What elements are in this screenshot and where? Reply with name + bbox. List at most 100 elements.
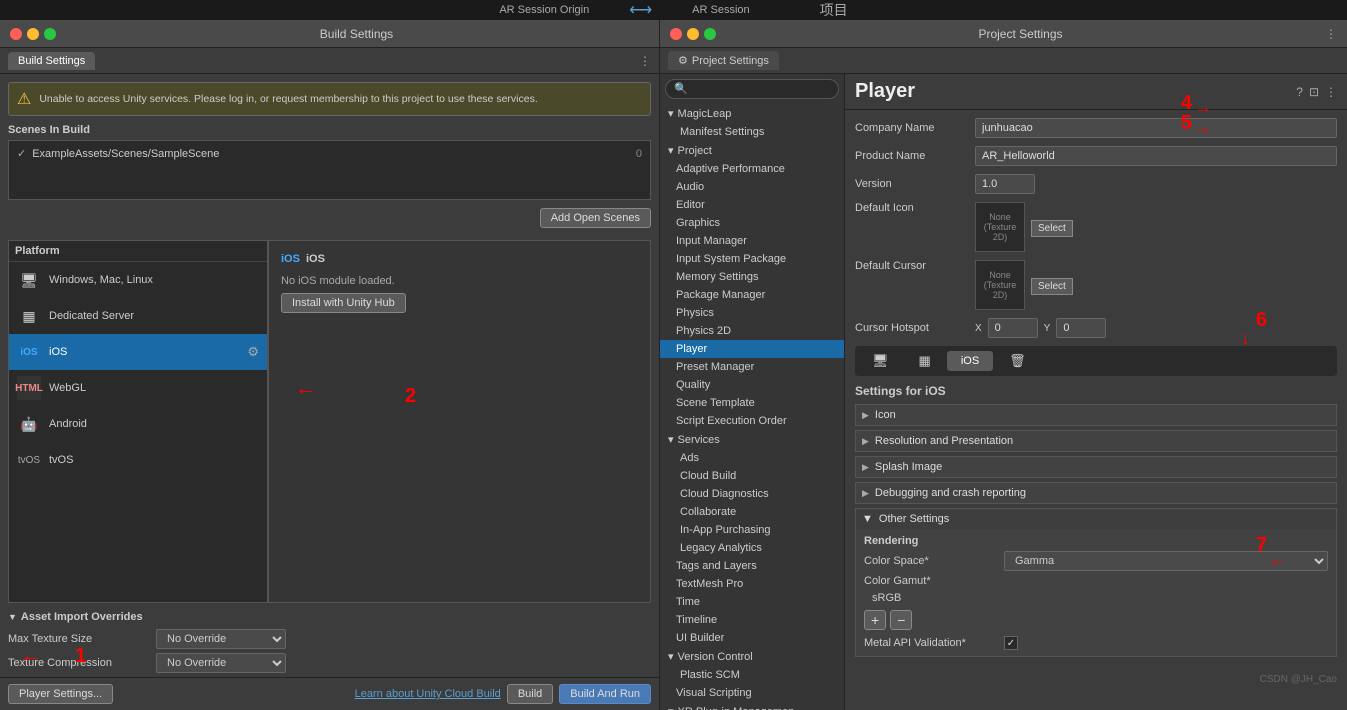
color-space-select[interactable]: Gamma Linear [1004,551,1328,571]
close-button[interactable] [10,28,22,40]
sidebar-item-graphics[interactable]: Graphics [660,214,844,232]
section-debugging-triangle: ▶ [862,488,869,499]
cursor-x-input[interactable] [988,318,1038,338]
build-settings-tab[interactable]: Build Settings [8,52,95,70]
sidebar-item-time[interactable]: Time [660,593,844,611]
help-icon[interactable]: ? [1296,85,1303,99]
tvos-icon: tvOS [17,448,41,472]
other-settings-section: ▼ Other Settings Rendering Color Space* … [855,508,1337,657]
section-splash: ▶ Splash Image [855,456,1337,478]
tab-more-button[interactable]: ⋮ [639,54,651,68]
color-space-label: Color Space* [864,555,1004,567]
company-name-input[interactable] [975,118,1337,138]
server-icon: ▦ [17,304,41,328]
platform-name-server: Dedicated Server [49,310,134,322]
project-maximize-button[interactable] [704,28,716,40]
metal-api-checkbox[interactable]: ✓ [1004,636,1018,650]
platform-tab-delete[interactable]: 🗑 [995,349,1040,373]
build-button[interactable]: Build [507,684,553,704]
default-icon-preview: None(Texture 2D) [975,202,1025,252]
platform-item-dedicated-server[interactable]: ▦ Dedicated Server [9,298,267,334]
cursor-y-input[interactable] [1056,318,1106,338]
project-close-button[interactable] [670,28,682,40]
section-debugging-label: Debugging and crash reporting [875,487,1026,499]
project-settings-title: Project Settings [724,27,1317,41]
platform-tab-server[interactable]: ▦ [905,349,945,373]
sidebar-item-script-execution-order[interactable]: Script Execution Order [660,412,844,430]
sidebar-item-package-manager[interactable]: Package Manager [660,286,844,304]
default-cursor-select-button[interactable]: Select [1031,278,1073,295]
add-gamut-button[interactable]: + [864,610,886,630]
asset-import-section: ▼ Asset Import Overrides Max Texture Siz… [0,611,659,677]
sidebar-item-collaborate[interactable]: Collaborate [660,503,844,521]
sidebar-item-adaptive-performance[interactable]: Adaptive Performance [660,160,844,178]
project-settings-more[interactable]: ⋮ [1325,27,1337,41]
sidebar-item-physics-2d[interactable]: Physics 2D [660,322,844,340]
platform-name-windows: Windows, Mac, Linux [49,274,153,286]
section-debugging-header[interactable]: ▶ Debugging and crash reporting [855,482,1337,504]
triangle-icon: ▼ [8,612,17,622]
platform-tab-ios[interactable]: iOS [947,351,993,371]
sidebar-item-input-system-package[interactable]: Input System Package [660,250,844,268]
platform-item-tvos[interactable]: tvOS tvOS [9,442,267,478]
sidebar-item-cloud-build[interactable]: Cloud Build [660,467,844,485]
search-input[interactable] [665,79,839,99]
maximize-button[interactable] [44,28,56,40]
sidebar-item-quality[interactable]: Quality [660,376,844,394]
section-resolution-header[interactable]: ▶ Resolution and Presentation [855,430,1337,452]
project-minimize-button[interactable] [687,28,699,40]
sidebar-item-preset-manager[interactable]: Preset Manager [660,358,844,376]
metal-api-row: Metal API Validation* ✓ [864,636,1328,650]
remove-gamut-button[interactable]: − [890,610,912,630]
sidebar-item-cloud-diagnostics[interactable]: Cloud Diagnostics [660,485,844,503]
more-icon[interactable]: ⋮ [1325,85,1337,99]
platform-tab-desktop[interactable]: 🖥 [858,349,903,373]
sidebar-item-memory-settings[interactable]: Memory Settings [660,268,844,286]
sidebar-item-in-app-purchasing[interactable]: In-App Purchasing [660,521,844,539]
section-splash-header[interactable]: ▶ Splash Image [855,456,1337,478]
scene-item[interactable]: ✓ ExampleAssets/Scenes/SampleScene 0 [13,145,646,162]
texture-compression-select[interactable]: No Override [156,653,286,673]
ios-gear-icon[interactable]: ⚙ [247,344,259,360]
install-unity-hub-button[interactable]: Install with Unity Hub [281,293,406,313]
max-texture-select[interactable]: No Override [156,629,286,649]
default-icon-select-button[interactable]: Select [1031,220,1073,237]
product-name-input[interactable] [975,146,1337,166]
sidebar-group-magicleap[interactable]: ▾ MagicLeap [660,104,844,123]
sidebar-item-editor[interactable]: Editor [660,196,844,214]
sidebar-item-tags-layers[interactable]: Tags and Layers [660,557,844,575]
sidebar-item-visual-scripting[interactable]: Visual Scripting [660,684,844,702]
platform-item-webgl[interactable]: HTML WebGL [9,370,267,406]
platform-item-ios[interactable]: iOS iOS ⚙ [9,334,267,370]
sidebar-item-textmesh-pro[interactable]: TextMesh Pro [660,575,844,593]
warning-bar: ⚠ Unable to access Unity services. Pleas… [8,82,651,116]
sidebar-item-manifest-settings[interactable]: Manifest Settings [660,123,844,141]
section-icon-header[interactable]: ▶ Icon [855,404,1337,426]
project-settings-tab[interactable]: ⚙ Project Settings [668,51,779,70]
sidebar-item-plastic-scm[interactable]: Plastic SCM [660,666,844,684]
sidebar-item-input-manager[interactable]: Input Manager [660,232,844,250]
minimize-button[interactable] [27,28,39,40]
build-and-run-button[interactable]: Build And Run [559,684,651,704]
version-input[interactable] [975,174,1035,194]
sidebar-group-project[interactable]: ▾ Project [660,141,844,160]
sidebar-item-player[interactable]: Player [660,340,844,358]
add-open-scenes-button[interactable]: Add Open Scenes [540,208,651,228]
sidebar-item-scene-template[interactable]: Scene Template [660,394,844,412]
add-open-scenes-row: Add Open Scenes [0,204,659,232]
platform-item-android[interactable]: 🤖 Android [9,406,267,442]
sidebar-item-legacy-analytics[interactable]: Legacy Analytics [660,539,844,557]
platform-item-windows[interactable]: 🖥 Windows, Mac, Linux [9,262,267,298]
sidebar-group-version-control[interactable]: ▾ Version Control [660,647,844,666]
sidebar-item-audio[interactable]: Audio [660,178,844,196]
sidebar-item-ads[interactable]: Ads [660,449,844,467]
sidebar-item-ui-builder[interactable]: UI Builder [660,629,844,647]
ios-label: iOS [306,253,325,265]
layout-icon[interactable]: ⊡ [1309,85,1319,99]
sidebar-group-services[interactable]: ▾ Services [660,430,844,449]
sidebar-group-xr[interactable]: ▾ XR Plug-in Managemen [660,702,844,710]
player-settings-button[interactable]: Player Settings... [8,684,113,704]
other-settings-header[interactable]: ▼ Other Settings [856,509,1336,529]
sidebar-item-physics[interactable]: Physics [660,304,844,322]
sidebar-item-timeline[interactable]: Timeline [660,611,844,629]
